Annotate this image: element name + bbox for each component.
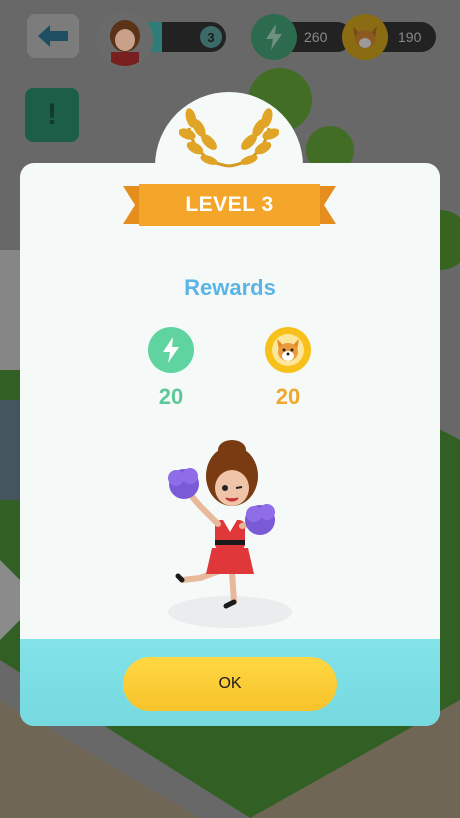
corgi-coin-icon (342, 14, 388, 60)
quest-alert-button[interactable]: ! (25, 88, 79, 142)
cheerleader-character-illustration (168, 440, 292, 628)
player-avatar[interactable] (97, 12, 153, 68)
exclamation-icon: ! (47, 98, 57, 131)
avatar-portrait-icon (99, 14, 151, 66)
player-level-badge: 3 (200, 26, 222, 48)
reward-coin-amount: 20 (275, 384, 301, 409)
back-button[interactable] (27, 14, 79, 58)
coin-value: 190 (398, 29, 422, 45)
rewards-title: Rewards (184, 275, 276, 300)
reward-energy-amount: 20 (158, 384, 184, 409)
reward-corgi-coin-icon (265, 327, 311, 373)
back-arrow-icon (38, 25, 68, 47)
xp-progress-bar: 3 (146, 22, 226, 52)
ok-button[interactable]: OK (123, 657, 337, 711)
reward-energy-lightning-icon (148, 327, 194, 373)
level-label: LEVEL 3 (185, 193, 274, 216)
energy-value: 260 (304, 29, 328, 45)
laurel-wreath-icon (179, 108, 279, 168)
energy-lightning-icon (251, 14, 297, 60)
